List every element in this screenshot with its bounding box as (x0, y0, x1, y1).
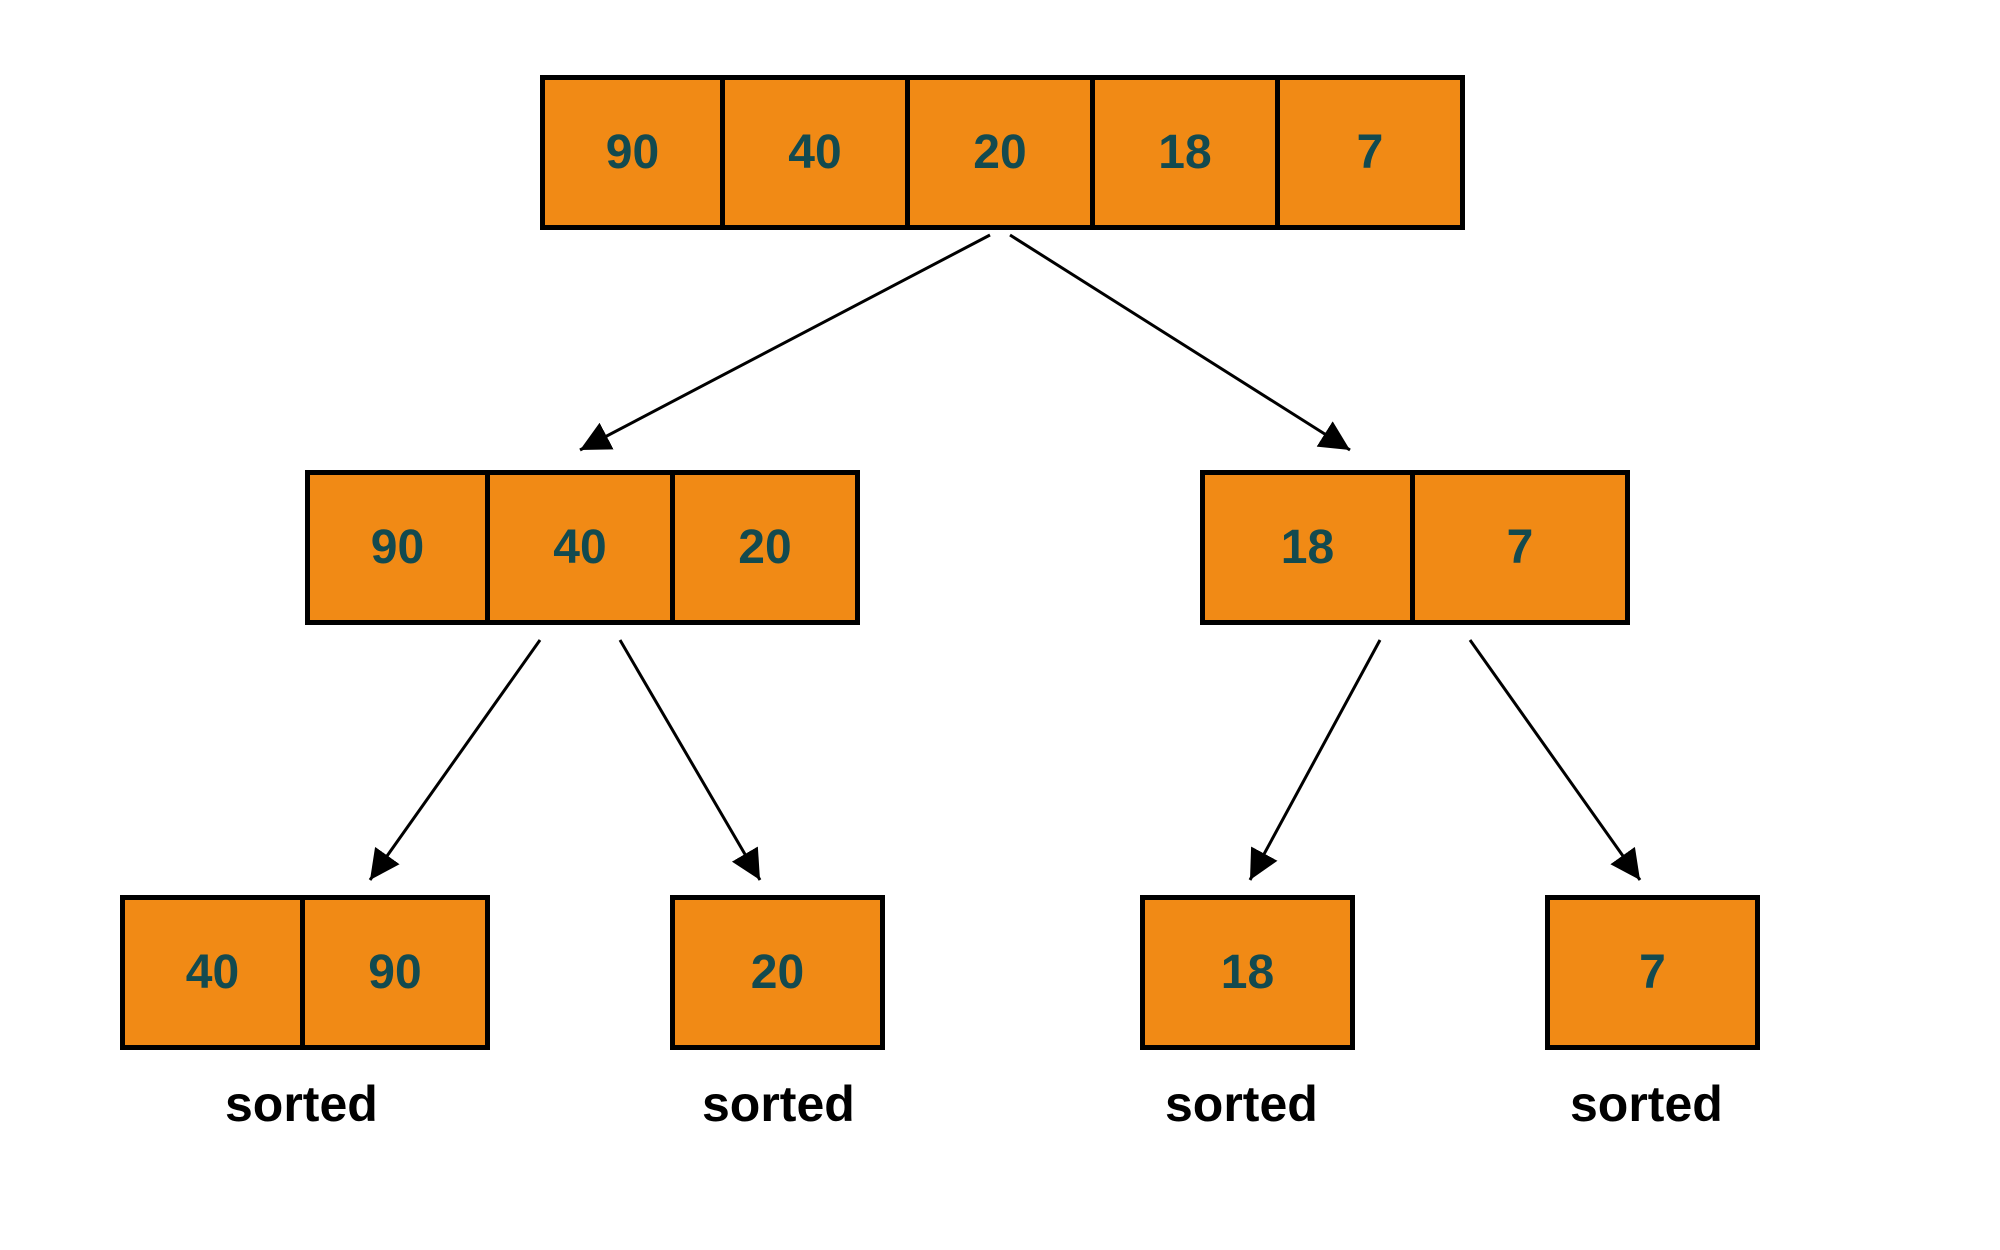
array-cell: 7 (1280, 75, 1465, 230)
array-cell: 20 (670, 895, 885, 1050)
sorted-label: sorted (1570, 1075, 1723, 1133)
array-cell: 90 (540, 75, 725, 230)
sorted-label: sorted (225, 1075, 378, 1133)
array-cell: 18 (1200, 470, 1415, 625)
array-level2-b: 20 (670, 895, 885, 1050)
sorted-label: sorted (702, 1075, 855, 1133)
array-level1-left: 90 40 20 (305, 470, 860, 625)
array-cell: 40 (120, 895, 305, 1050)
array-cell: 20 (910, 75, 1095, 230)
array-level2-d: 7 (1545, 895, 1760, 1050)
array-cell: 20 (675, 470, 860, 625)
array-level0: 90 40 20 18 7 (540, 75, 1465, 230)
array-cell: 18 (1095, 75, 1280, 230)
array-cell: 18 (1140, 895, 1355, 1050)
array-cell: 40 (490, 470, 675, 625)
array-level1-right: 18 7 (1200, 470, 1630, 625)
array-cell: 40 (725, 75, 910, 230)
array-cell: 7 (1545, 895, 1760, 1050)
array-cell: 7 (1415, 470, 1630, 625)
array-level2-c: 18 (1140, 895, 1355, 1050)
array-cell: 90 (305, 895, 490, 1050)
sorted-label: sorted (1165, 1075, 1318, 1133)
array-cell: 90 (305, 470, 490, 625)
array-level2-a: 40 90 (120, 895, 490, 1050)
merge-sort-diagram: 90 40 20 18 7 90 40 20 18 7 40 90 sorted… (0, 0, 2000, 1250)
